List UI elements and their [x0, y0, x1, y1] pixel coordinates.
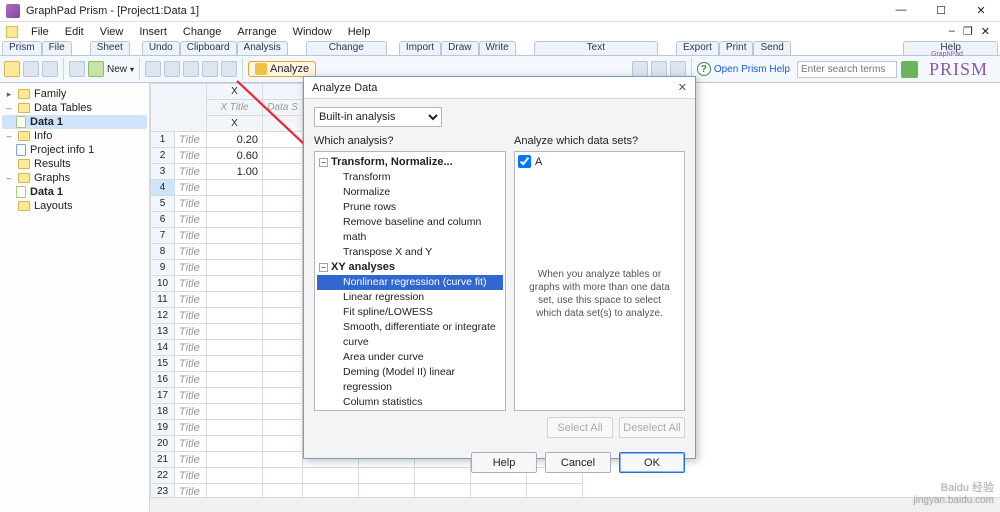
divider [242, 58, 243, 80]
search-input[interactable] [797, 61, 897, 78]
window-titlebar: GraphPad Prism - [Project1:Data 1] — ☐ ✕ [0, 0, 1000, 22]
dialog-title: Analyze Data [312, 82, 377, 94]
select-all-button[interactable]: Select All [547, 417, 613, 438]
graph-icon [16, 186, 26, 198]
folder-icon [18, 173, 30, 183]
open-icon[interactable] [23, 61, 39, 77]
window-title: GraphPad Prism - [Project1:Data 1] [26, 5, 199, 17]
maximize-button[interactable]: ☐ [928, 4, 954, 17]
help-button[interactable]: Help [471, 452, 537, 473]
divider [139, 58, 140, 80]
dialog-close-button[interactable]: ✕ [678, 81, 687, 94]
which-analysis-label: Which analysis? [314, 135, 506, 147]
menu-help[interactable]: Help [341, 25, 378, 39]
menu-window[interactable]: Window [286, 25, 339, 39]
mdi-restore-button[interactable]: ❐ [963, 25, 973, 38]
folder-icon [18, 89, 30, 99]
cancel-button[interactable]: Cancel [545, 452, 611, 473]
nav-family[interactable]: ▸Family [2, 87, 147, 101]
cat-text[interactable]: Text [534, 41, 658, 55]
dataset-a-checkbox[interactable] [518, 155, 531, 168]
cat-send[interactable]: Send [753, 41, 790, 55]
deselect-all-button[interactable]: Deselect All [619, 417, 685, 438]
folder-icon [18, 159, 30, 169]
folder-icon [18, 131, 30, 141]
menu-arrange[interactable]: Arrange [230, 25, 283, 39]
help-link[interactable]: Open Prism Help [714, 64, 790, 75]
which-datasets-label: Analyze which data sets? [514, 135, 685, 147]
ok-button[interactable]: OK [619, 452, 685, 473]
menu-view[interactable]: View [93, 25, 131, 39]
new-label: New [107, 64, 127, 75]
prism-logo-text: PRISM [929, 59, 988, 79]
cat-prism[interactable]: Prism [2, 41, 42, 55]
nav-project-info[interactable]: Project info 1 [2, 143, 147, 157]
search-go-button[interactable] [901, 61, 918, 78]
menu-bar: File Edit View Insert Change Arrange Win… [0, 22, 1000, 41]
nav-graphs[interactable]: –Graphs [2, 171, 147, 185]
print-icon[interactable] [651, 61, 667, 77]
cat-analysis[interactable]: Analysis [237, 41, 288, 55]
export-icon[interactable] [632, 61, 648, 77]
mdi-close-button[interactable]: ✕ [981, 25, 990, 38]
doc-icon [6, 26, 18, 38]
close-button[interactable]: ✕ [968, 4, 994, 17]
analyze-button[interactable]: Analyze [248, 61, 316, 77]
nav-info[interactable]: –Info [2, 129, 147, 143]
app-logo-icon [6, 4, 20, 18]
divider [63, 58, 64, 80]
logo-sup: GraphPad [931, 51, 963, 58]
send-icon[interactable] [670, 61, 686, 77]
horizontal-scrollbar[interactable] [150, 497, 1000, 512]
navigator-panel: ▸Family –Data Tables Data 1 –Info Projec… [0, 83, 150, 512]
analyze-label: Analyze [270, 63, 309, 75]
dropdown-icon[interactable]: ▾ [130, 65, 134, 74]
cat-draw[interactable]: Draw [441, 41, 478, 55]
new-icon[interactable] [88, 61, 104, 77]
copy-icon[interactable] [202, 61, 218, 77]
table-icon [16, 116, 26, 128]
dataset-hint: When you analyze tables or graphs with m… [518, 268, 681, 320]
cat-write[interactable]: Write [479, 41, 516, 55]
cat-sheet[interactable]: Sheet [90, 41, 130, 55]
prism-icon[interactable] [4, 61, 20, 77]
cat-import[interactable]: Import [399, 41, 441, 55]
analyze-data-dialog: Analyze Data ✕ Built-in analysis Which a… [303, 76, 696, 459]
dataset-list[interactable]: A When you analyze tables or graphs with… [514, 151, 685, 411]
menu-change[interactable]: Change [176, 25, 229, 39]
undo-icon[interactable] [145, 61, 161, 77]
cat-file[interactable]: File [42, 41, 72, 55]
close-file-icon[interactable] [69, 61, 85, 77]
analysis-tree[interactable]: −Transform, Normalize...TransformNormali… [314, 151, 506, 411]
nav-layouts[interactable]: Layouts [2, 199, 147, 213]
dataset-row-a[interactable]: A [518, 155, 681, 168]
ribbon-category-row: Prism File Sheet Undo Clipboard Analysis… [0, 41, 1000, 55]
folder-icon [18, 201, 30, 211]
watermark: Baidu 经验 jingyan.baidu.com [913, 479, 994, 506]
cat-export[interactable]: Export [676, 41, 719, 55]
analysis-type-select[interactable]: Built-in analysis [314, 107, 442, 127]
nav-graph-data-1[interactable]: Data 1 [2, 185, 147, 199]
redo-icon[interactable] [164, 61, 180, 77]
menu-file[interactable]: File [24, 25, 56, 39]
menu-edit[interactable]: Edit [58, 25, 91, 39]
nav-data-1[interactable]: Data 1 [2, 115, 147, 129]
cat-clipboard[interactable]: Clipboard [180, 41, 237, 55]
paste-icon[interactable] [221, 61, 237, 77]
mdi-minimize-button[interactable]: – [949, 25, 955, 38]
cat-change[interactable]: Change [306, 41, 387, 55]
minimize-button[interactable]: — [888, 4, 914, 17]
dialog-titlebar: Analyze Data ✕ [304, 77, 695, 99]
nav-data-tables[interactable]: –Data Tables [2, 101, 147, 115]
save-icon[interactable] [42, 61, 58, 77]
analyze-icon [255, 63, 267, 75]
help-icon[interactable]: ? [697, 62, 711, 76]
folder-icon [18, 103, 30, 113]
menu-insert[interactable]: Insert [132, 25, 174, 39]
nav-results[interactable]: Results [2, 157, 147, 171]
cat-print[interactable]: Print [719, 41, 754, 55]
cut-icon[interactable] [183, 61, 199, 77]
info-icon [16, 144, 26, 156]
cat-undo[interactable]: Undo [142, 41, 180, 55]
